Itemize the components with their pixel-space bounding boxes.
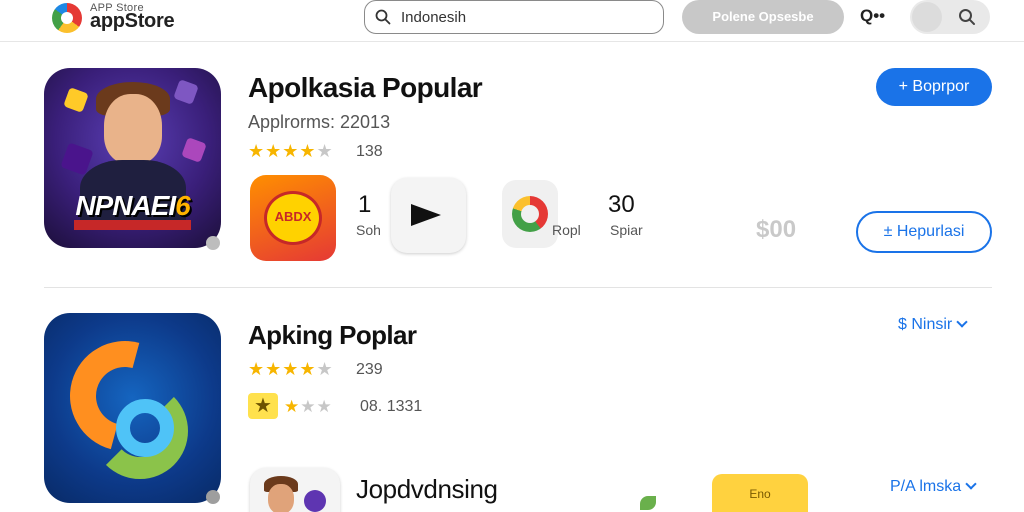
play-icon (411, 204, 441, 226)
rating-count-secondary: 08. 1331 (360, 398, 423, 415)
info-dot-icon[interactable] (206, 490, 220, 504)
header-pill-button[interactable]: Polene Opsesbe (682, 0, 844, 34)
cube-icon (181, 137, 207, 163)
app-tile-abdx[interactable]: ABDX (250, 175, 336, 261)
app-tile-play[interactable] (391, 178, 466, 253)
character-face (268, 484, 294, 512)
rating-count: 138 (356, 143, 383, 160)
featured-star-icon: ★ (248, 393, 278, 419)
list-item-title: Jopdvdnsing (356, 474, 498, 504)
stat-value: 30 (608, 191, 635, 218)
appstore-logo[interactable]: APP Store appStore (52, 0, 182, 36)
section-divider (44, 287, 992, 288)
stat-label: Spiar (610, 222, 643, 238)
search-icon (375, 9, 391, 25)
ring-logo-icon (512, 196, 548, 232)
app-store-page: APP Store appStore Indonesih Polene Opse… (0, 0, 1024, 512)
search-input[interactable]: Indonesih (364, 0, 664, 34)
search-value: Indonesih (401, 9, 467, 26)
info-dot-icon[interactable] (206, 236, 220, 250)
app-tile-ring[interactable] (502, 180, 558, 248)
cube-icon (173, 79, 199, 105)
chevron-down-icon (956, 316, 968, 328)
dropdown-link[interactable]: $ Ninsir (898, 316, 968, 334)
search-icon (959, 9, 975, 25)
star-rating: ★★★★★ (248, 359, 334, 379)
abdx-label: ABDX (274, 209, 312, 224)
top-bar: APP Store appStore Indonesih Polene Opse… (0, 0, 1024, 42)
stat-value: 1 (358, 191, 372, 218)
game-logo-text: NPNAEI6 (75, 190, 190, 221)
section-title: Apking Poplar (248, 320, 417, 350)
game-app-icon[interactable]: NPNAEI6 (44, 68, 221, 248)
section-subtitle: Applrorms: 22013 (248, 112, 391, 132)
secondary-action-button[interactable]: ± Hepurlasi (856, 211, 992, 253)
chevron-down-icon (965, 478, 977, 490)
stat-label: Soh (356, 222, 381, 238)
toggle-knob (912, 2, 942, 32)
price-label: $00 (756, 216, 797, 243)
leaf-icon (640, 496, 656, 510)
character-icon (304, 490, 326, 512)
logo-mark-icon (52, 3, 82, 33)
stat-label: Ropl (552, 222, 581, 238)
swirl-app-icon[interactable] (44, 313, 221, 503)
search-more-button[interactable]: Q•• (860, 6, 900, 28)
app-tile-yellow[interactable]: Eno (712, 474, 808, 512)
section-title: Apolkasia Popular (248, 72, 483, 103)
small-star-rating: ★★★ (284, 397, 333, 416)
cube-icon (63, 87, 89, 113)
character-face (104, 94, 162, 164)
swirl-blue (116, 399, 174, 457)
star-rating: ★★★★★ (248, 141, 334, 161)
dropdown-link[interactable]: P/A lmska (890, 478, 977, 496)
logo-text: appStore (90, 10, 175, 32)
rating-count: 239 (356, 361, 383, 378)
primary-action-button[interactable]: + Boprpor (876, 68, 992, 106)
search-toggle[interactable] (910, 0, 990, 34)
app-tile-character[interactable] (250, 468, 340, 512)
